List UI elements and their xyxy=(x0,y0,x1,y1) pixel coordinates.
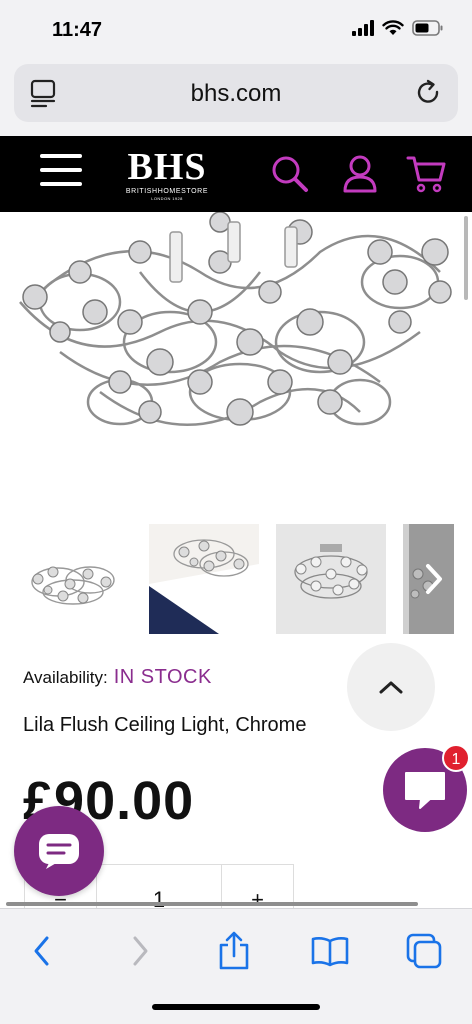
forward-button[interactable] xyxy=(120,931,160,971)
cellular-signal-icon xyxy=(352,20,374,36)
wifi-icon xyxy=(382,20,404,35)
chevron-right-icon xyxy=(426,564,442,594)
thumbnail-2[interactable] xyxy=(149,524,259,634)
horizontal-scroll-indicator xyxy=(6,902,418,906)
chandelier-image xyxy=(19,212,452,426)
messaging-widget-button[interactable] xyxy=(14,806,104,896)
thumbnail-3[interactable] xyxy=(276,524,386,634)
thumbnail-1[interactable] xyxy=(18,524,128,634)
tabs-icon xyxy=(406,933,442,969)
status-icons xyxy=(352,20,444,36)
logo-tagline: LONDON 1928 xyxy=(151,196,183,201)
site-header: BHS BRITISHHOMESTORE LONDON 1928 xyxy=(0,136,472,212)
availability-label: Availability: xyxy=(23,668,108,687)
status-time: 11:47 xyxy=(52,19,103,41)
forward-arrow-icon xyxy=(133,936,148,966)
product-main-image[interactable] xyxy=(0,212,472,508)
browser-url-area: bhs.com xyxy=(0,62,472,136)
tabs-button[interactable] xyxy=(404,931,444,971)
product-title: Lila Flush Ceiling Light, Chrome xyxy=(23,714,307,736)
back-to-top-button[interactable] xyxy=(347,643,435,731)
logo-text: BHS xyxy=(127,146,207,188)
book-icon xyxy=(311,937,349,967)
reload-icon[interactable] xyxy=(414,78,444,108)
logo-subtitle: BRITISHHOMESTORE xyxy=(125,188,209,195)
stock-status: IN STOCK xyxy=(113,666,212,688)
thumbnail-carousel xyxy=(18,524,454,634)
cart-icon[interactable] xyxy=(406,154,446,194)
battery-icon xyxy=(412,20,443,36)
status-bar: 11:47 xyxy=(0,0,472,62)
bhs-logo[interactable]: BHS BRITISHHOMESTORE LONDON 1928 xyxy=(122,148,212,201)
search-icon[interactable] xyxy=(270,154,310,194)
thumbnail-next-button[interactable] xyxy=(414,524,454,634)
chat-notification-badge: 1 xyxy=(442,744,470,772)
bookmarks-button[interactable] xyxy=(310,931,350,971)
availability: Availability: IN STOCK xyxy=(23,666,212,689)
home-indicator xyxy=(152,1004,320,1010)
page-scroll-indicator xyxy=(464,216,468,300)
menu-icon[interactable] xyxy=(40,154,82,192)
back-arrow-icon xyxy=(34,936,49,966)
address-bar[interactable]: bhs.com xyxy=(14,64,458,122)
message-icon xyxy=(39,834,79,869)
chat-icon xyxy=(405,772,445,809)
chevron-up-icon xyxy=(379,681,403,694)
account-icon[interactable] xyxy=(342,154,378,194)
share-icon xyxy=(219,931,249,970)
url-text[interactable]: bhs.com xyxy=(14,80,458,108)
share-button[interactable] xyxy=(214,931,254,971)
back-button[interactable] xyxy=(22,931,62,971)
